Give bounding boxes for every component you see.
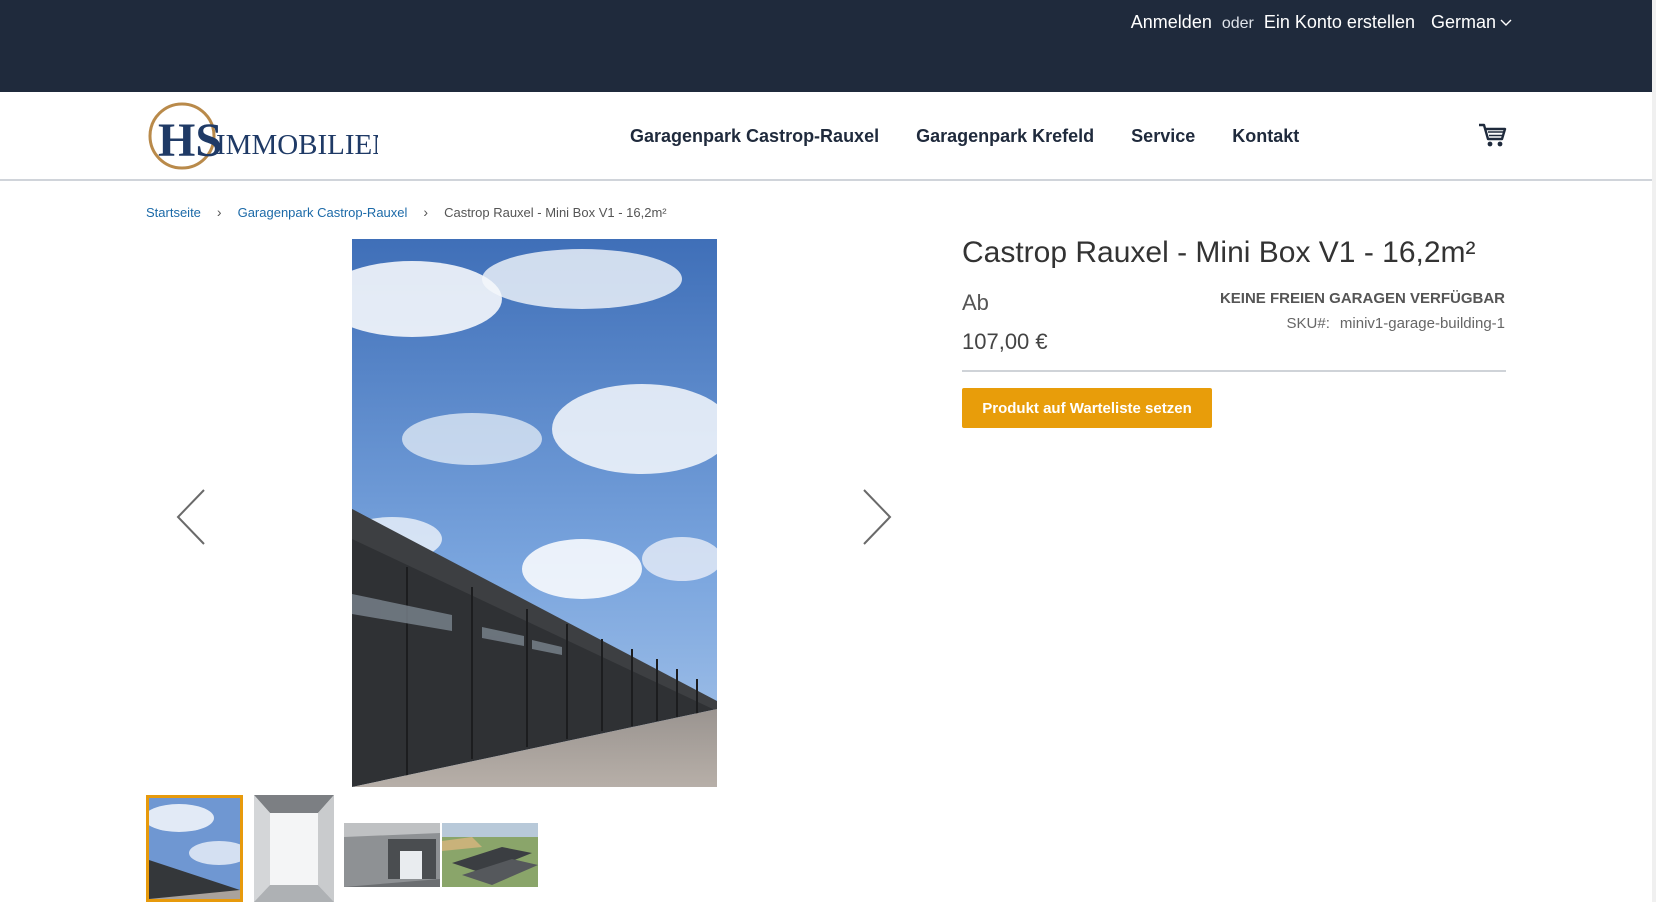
stock-status: KEINE FREIEN GARAGEN VERFÜGBAR bbox=[1219, 290, 1505, 307]
product-main-image[interactable] bbox=[352, 239, 717, 787]
breadcrumb: Startseite › Garagenpark Castrop-Rauxel … bbox=[146, 204, 667, 220]
thumbnail-4[interactable] bbox=[442, 823, 538, 887]
logo-text: IMMOBILIEN bbox=[216, 129, 378, 161]
page: Anmelden oder Ein Konto erstellen German… bbox=[0, 0, 1656, 902]
or-text: oder bbox=[1221, 15, 1254, 32]
account-links: Anmelden oder Ein Konto erstellen German bbox=[1131, 12, 1512, 33]
add-to-waitlist-button[interactable]: Produkt auf Warteliste setzen bbox=[962, 388, 1212, 428]
thumbnail-2[interactable] bbox=[254, 795, 334, 902]
logo-mark: HS bbox=[158, 114, 222, 167]
breadcrumb-home[interactable]: Startseite bbox=[146, 205, 201, 220]
price-prefix: Ab bbox=[962, 290, 989, 315]
product-title: Castrop Rauxel - Mini Box V1 - 16,2m² bbox=[962, 236, 1476, 269]
chevron-down-icon bbox=[1500, 19, 1512, 26]
breadcrumb-category[interactable]: Garagenpark Castrop-Rauxel bbox=[238, 205, 408, 220]
language-label: German bbox=[1430, 12, 1496, 32]
nav-item-garagenpark-krefeld[interactable]: Garagenpark Krefeld bbox=[916, 126, 1094, 147]
login-link[interactable]: Anmelden bbox=[1131, 12, 1212, 33]
main-navigation: Garagenpark Castrop-Rauxel Garagenpark K… bbox=[630, 126, 1299, 147]
sku-label: SKU#: bbox=[1286, 315, 1330, 332]
chevron-right-icon: › bbox=[423, 204, 429, 220]
divider bbox=[962, 370, 1506, 372]
product-price: 107,00 € bbox=[962, 329, 1048, 354]
previous-image-arrow-icon[interactable] bbox=[174, 488, 208, 546]
page-edge bbox=[1652, 0, 1656, 902]
thumbnail-3[interactable] bbox=[344, 823, 440, 887]
cart-icon[interactable] bbox=[1478, 122, 1508, 148]
garage-photo bbox=[352, 239, 717, 787]
sku-line: SKU#: miniv1-garage-building-1 bbox=[1287, 315, 1505, 332]
hs-immobilien-logo[interactable]: HS IMMOBILIEN bbox=[146, 102, 378, 170]
breadcrumb-current: Castrop Rauxel - Mini Box V1 - 16,2m² bbox=[444, 204, 667, 220]
language-switcher[interactable]: German bbox=[1431, 12, 1512, 33]
site-header: HS IMMOBILIEN Garagenpark Castrop-Rauxel… bbox=[0, 92, 1652, 181]
nav-item-service[interactable]: Service bbox=[1131, 126, 1195, 147]
chevron-right-icon: › bbox=[216, 204, 222, 220]
nav-item-garagenpark-castrop-rauxel[interactable]: Garagenpark Castrop-Rauxel bbox=[630, 126, 879, 147]
top-bar: Anmelden oder Ein Konto erstellen German bbox=[0, 0, 1652, 92]
nav-item-kontakt[interactable]: Kontakt bbox=[1232, 126, 1299, 147]
register-link[interactable]: Ein Konto erstellen bbox=[1264, 12, 1415, 33]
next-image-arrow-icon[interactable] bbox=[860, 488, 894, 546]
thumbnail-1[interactable] bbox=[146, 795, 243, 902]
sku-value: miniv1-garage-building-1 bbox=[1339, 315, 1505, 332]
